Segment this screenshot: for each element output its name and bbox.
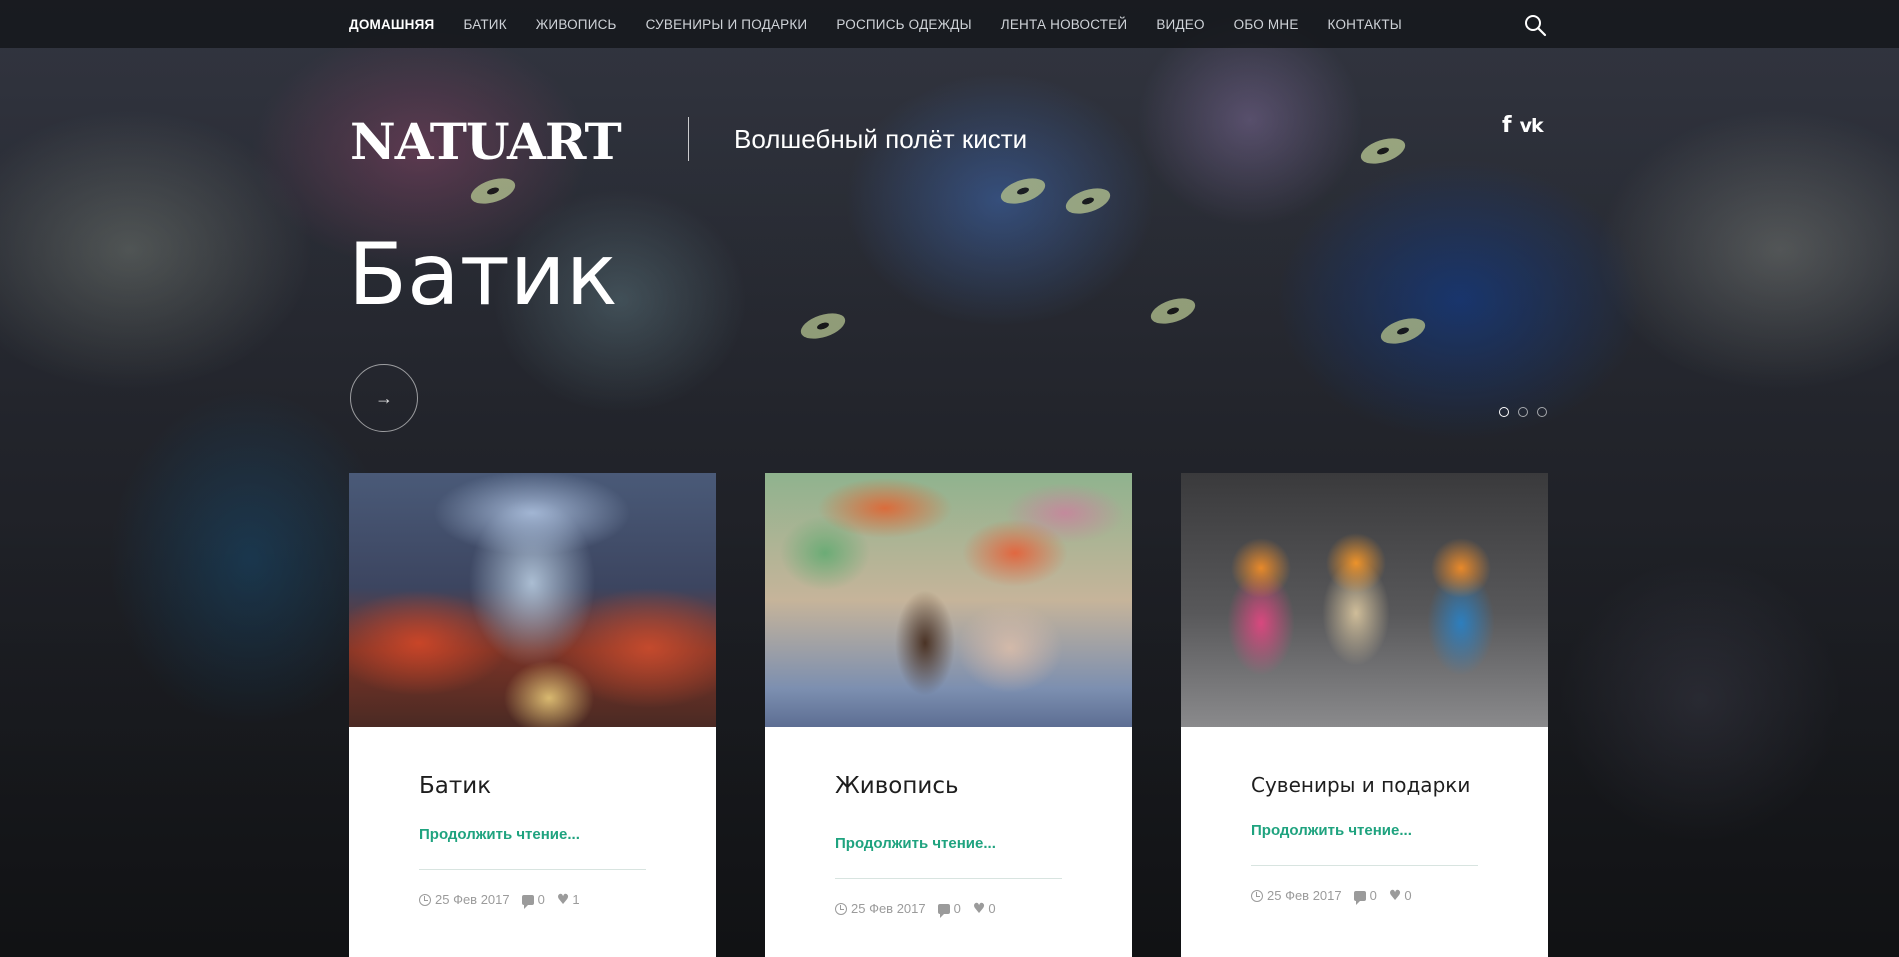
site-tagline: Волшебный полёт кисти — [734, 124, 1028, 154]
nav-item-souvenirs[interactable]: СУВЕНИРЫ И ПОДАРКИ — [646, 17, 808, 32]
like-count: 0 — [1404, 888, 1412, 903]
clock-icon — [835, 902, 847, 915]
post-card-title[interactable]: Живопись — [835, 773, 1062, 799]
hero-artwork-detail — [1357, 133, 1409, 169]
hero-artwork-detail — [1147, 293, 1199, 329]
slider-dot-2[interactable] — [1518, 407, 1528, 417]
post-card-body: Живопись Продолжить чтение... 25 Фев 201… — [765, 773, 1132, 918]
post-date: 25 Фев 2017 — [1267, 888, 1342, 903]
post-card-body: Сувениры и подарки Продолжить чтение... … — [1181, 773, 1548, 905]
vk-icon[interactable]: vk — [1520, 114, 1544, 138]
search-icon[interactable] — [1523, 13, 1547, 37]
read-more-link[interactable]: Продолжить чтение... — [835, 835, 1062, 852]
post-card-title[interactable]: Сувениры и подарки — [1251, 773, 1478, 797]
hero-slide-title: Батик — [348, 225, 618, 325]
nav-item-painting[interactable]: ЖИВОПИСЬ — [536, 17, 617, 32]
post-meta: 25 Фев 2017 0 ♥ 1 — [419, 892, 646, 909]
post-card-body: Батик Продолжить чтение... 25 Фев 2017 0… — [349, 773, 716, 909]
slider-dot-1[interactable] — [1499, 407, 1509, 417]
nav-item-about[interactable]: ОБО МНЕ — [1234, 17, 1299, 32]
page: ДОМАШНЯЯ БАТИК ЖИВОПИСЬ СУВЕНИРЫ И ПОДАР… — [0, 0, 1899, 957]
post-card-batik: Батик Продолжить чтение... 25 Фев 2017 0… — [349, 473, 716, 957]
like-count: 0 — [988, 901, 996, 916]
read-more-link[interactable]: Продолжить чтение... — [1251, 822, 1478, 839]
post-card-souvenirs: Сувениры и подарки Продолжить чтение... … — [1181, 473, 1548, 957]
comment-count: 0 — [537, 892, 545, 907]
social-links: f vk — [1502, 114, 1544, 138]
post-card-image-souvenirs[interactable] — [1181, 473, 1548, 727]
card-divider — [1251, 865, 1478, 866]
hero-artwork-detail — [997, 173, 1049, 209]
top-navigation-bar: ДОМАШНЯЯ БАТИК ЖИВОПИСЬ СУВЕНИРЫ И ПОДАР… — [0, 0, 1899, 48]
like-count: 1 — [572, 892, 580, 907]
heart-icon[interactable]: ♥ — [1389, 889, 1402, 903]
read-more-link[interactable]: Продолжить чтение... — [419, 826, 646, 843]
nav-item-clothing-painting[interactable]: РОСПИСЬ ОДЕЖДЫ — [836, 17, 971, 32]
slider-dot-3[interactable] — [1537, 407, 1547, 417]
nav-item-video[interactable]: ВИДЕО — [1156, 17, 1204, 32]
post-date: 25 Фев 2017 — [851, 901, 926, 916]
hero-artwork-detail — [467, 173, 519, 209]
clock-icon — [1251, 889, 1263, 902]
clock-icon — [419, 893, 431, 906]
comment-icon[interactable] — [937, 903, 950, 918]
site-logo[interactable]: NATUART — [350, 112, 622, 171]
nav-item-batik[interactable]: БАТИК — [463, 17, 506, 32]
card-divider — [419, 869, 646, 870]
post-meta: 25 Фев 2017 0 ♥ 0 — [835, 901, 1062, 918]
hero-artwork-detail — [1062, 183, 1114, 219]
hero-artwork-detail — [797, 308, 849, 344]
card-divider — [835, 878, 1062, 879]
comment-count: 0 — [1369, 888, 1377, 903]
comment-icon[interactable] — [1353, 890, 1366, 905]
logo-divider — [688, 117, 689, 161]
post-card-painting: Живопись Продолжить чтение... 25 Фев 201… — [765, 473, 1132, 957]
hero-artwork-detail — [1377, 313, 1429, 349]
heart-icon[interactable]: ♥ — [557, 893, 570, 907]
hero-next-arrow-button[interactable]: → — [350, 364, 418, 432]
comment-count: 0 — [953, 901, 961, 916]
facebook-icon[interactable]: f — [1502, 114, 1512, 138]
comment-icon[interactable] — [521, 894, 534, 909]
post-card-image-painting[interactable] — [765, 473, 1132, 727]
nav-item-home[interactable]: ДОМАШНЯЯ — [349, 17, 434, 32]
post-meta: 25 Фев 2017 0 ♥ 0 — [1251, 888, 1478, 905]
post-card-title[interactable]: Батик — [419, 773, 646, 799]
nav-item-contacts[interactable]: КОНТАКТЫ — [1328, 17, 1402, 32]
post-date: 25 Фев 2017 — [435, 892, 510, 907]
heart-icon[interactable]: ♥ — [973, 902, 986, 916]
post-card-image-batik[interactable] — [349, 473, 716, 727]
slider-pagination — [1499, 407, 1556, 417]
nav-item-news-feed[interactable]: ЛЕНТА НОВОСТЕЙ — [1001, 17, 1128, 32]
arrow-right-icon: → — [375, 387, 393, 408]
main-menu: ДОМАШНЯЯ БАТИК ЖИВОПИСЬ СУВЕНИРЫ И ПОДАР… — [349, 0, 1431, 48]
